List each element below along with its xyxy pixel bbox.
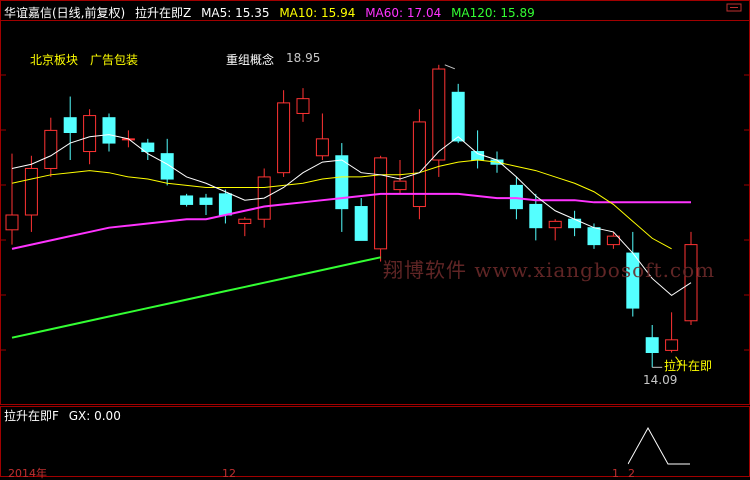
date-month-label: 12 bbox=[222, 467, 236, 480]
candle-body bbox=[509, 184, 523, 210]
sector-tag-ad: 广告包装 bbox=[90, 53, 139, 67]
ma60-label: MA60: 17.04 bbox=[365, 6, 442, 20]
high-price-label: 18.95 bbox=[286, 51, 321, 65]
candle bbox=[218, 189, 232, 224]
signal-spike bbox=[627, 426, 690, 465]
indicator-name: 拉升在即Z bbox=[135, 6, 192, 20]
candle-body bbox=[335, 155, 349, 210]
signal-label: 拉升在即 bbox=[664, 359, 713, 373]
candle-body bbox=[471, 151, 485, 161]
chart-header: 华谊嘉信(日线,前复权) 拉升在即Z MA5: 15.35 MA10: 15.9… bbox=[4, 6, 541, 20]
watermark-text: 翔博软件 www.xiangbosoft.com bbox=[383, 258, 716, 282]
candle-body bbox=[315, 138, 329, 157]
candle bbox=[24, 155, 38, 232]
candle bbox=[451, 83, 465, 144]
candle bbox=[102, 113, 116, 152]
candle-body bbox=[374, 157, 388, 250]
candle bbox=[412, 109, 426, 220]
candle bbox=[277, 90, 291, 177]
concept-tag-restructure: 重组概念 bbox=[226, 53, 275, 67]
candle-body bbox=[296, 98, 310, 114]
candle-body bbox=[529, 203, 543, 229]
date-year-label: 2014年 bbox=[8, 467, 47, 480]
ma120-label: MA120: 15.89 bbox=[451, 6, 535, 20]
indicator-panel[interactable]: 拉升在即F GX: 0.00 2014年 12 1 2 bbox=[0, 406, 750, 480]
date-m1-label: 1 bbox=[612, 467, 619, 480]
candle bbox=[374, 155, 388, 262]
candle-body bbox=[24, 167, 38, 216]
candle-body bbox=[393, 180, 407, 191]
candle-body bbox=[238, 218, 252, 224]
candle-body bbox=[606, 235, 620, 246]
panel-menu-icon[interactable] bbox=[726, 3, 744, 13]
candle-body bbox=[102, 117, 116, 144]
candle-body bbox=[568, 218, 582, 229]
candle-body bbox=[180, 195, 194, 205]
candle-body bbox=[160, 153, 174, 180]
candle bbox=[180, 193, 194, 207]
ma120-line bbox=[11, 256, 381, 339]
candle bbox=[296, 88, 310, 122]
candle bbox=[238, 217, 252, 237]
candle bbox=[199, 193, 213, 215]
candle bbox=[393, 160, 407, 194]
candle-body bbox=[277, 102, 291, 174]
gx-value: GX: 0.00 bbox=[68, 409, 121, 423]
candle bbox=[665, 312, 679, 353]
candle bbox=[432, 64, 446, 177]
candle bbox=[335, 143, 349, 232]
candle bbox=[44, 117, 58, 177]
price-chart-panel[interactable]: 华谊嘉信(日线,前复权) 拉升在即Z MA5: 15.35 MA10: 15.9… bbox=[0, 0, 750, 405]
candle-body bbox=[83, 115, 97, 153]
stock-title: 华谊嘉信(日线,前复权) bbox=[4, 6, 126, 20]
indicator-f-label: 拉升在即F bbox=[4, 409, 59, 423]
candle-body bbox=[354, 206, 368, 241]
candle-body bbox=[451, 91, 465, 142]
candle bbox=[63, 96, 77, 160]
ma10-label: MA10: 15.94 bbox=[279, 6, 356, 20]
candle bbox=[568, 210, 582, 237]
candle-body bbox=[587, 227, 601, 246]
high-pointer bbox=[444, 64, 455, 70]
candle-body bbox=[665, 339, 679, 351]
candle bbox=[606, 231, 620, 249]
candle bbox=[141, 138, 155, 160]
candle-body bbox=[63, 117, 77, 133]
candle bbox=[354, 198, 368, 241]
date-m2-label: 2 bbox=[628, 467, 635, 480]
candle-body bbox=[218, 193, 232, 216]
candle-body bbox=[5, 214, 19, 231]
indicator-header: 拉升在即F GX: 0.00 bbox=[4, 409, 121, 423]
candle-body bbox=[645, 337, 659, 354]
candle-body bbox=[199, 197, 213, 205]
low-price-label: 14.09 bbox=[643, 373, 678, 387]
candle bbox=[315, 113, 329, 160]
candle-body bbox=[548, 220, 562, 229]
candle-body bbox=[432, 68, 446, 161]
candle-body bbox=[44, 129, 58, 169]
candle bbox=[645, 325, 659, 368]
candle bbox=[548, 219, 562, 241]
ma5-label: MA5: 15.35 bbox=[201, 6, 270, 20]
sector-tag-beijing: 北京板块 bbox=[30, 53, 79, 67]
